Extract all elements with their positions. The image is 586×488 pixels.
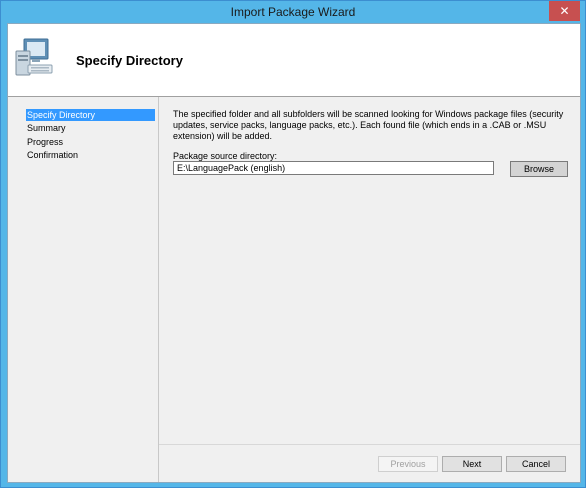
footer-divider xyxy=(159,444,580,445)
wizard-content: Specify Directory Specify Directory Summ… xyxy=(7,23,581,483)
wizard-steps-sidebar: Specify Directory Summary Progress Confi… xyxy=(8,97,159,482)
browse-button[interactable]: Browse xyxy=(510,161,568,177)
step-progress[interactable]: Progress xyxy=(26,136,155,148)
step-summary[interactable]: Summary xyxy=(26,122,155,134)
wizard-window: Import Package Wizard ✕ Specify Director… xyxy=(0,0,586,488)
next-button[interactable]: Next xyxy=(442,456,502,472)
previous-button[interactable]: Previous xyxy=(378,456,438,472)
step-specify-directory[interactable]: Specify Directory xyxy=(26,109,155,121)
main-panel: The specified folder and all subfolders … xyxy=(159,97,580,482)
wizard-header: Specify Directory xyxy=(8,24,580,97)
window-title: Import Package Wizard xyxy=(230,5,356,19)
title-bar[interactable]: Import Package Wizard ✕ xyxy=(1,1,585,23)
source-directory-input[interactable]: E:\LanguagePack (english) xyxy=(173,161,494,175)
page-title: Specify Directory xyxy=(76,53,183,68)
cancel-button[interactable]: Cancel xyxy=(506,456,566,472)
close-icon: ✕ xyxy=(559,4,570,18)
close-button[interactable]: ✕ xyxy=(549,1,580,21)
source-directory-label: Package source directory: xyxy=(173,151,278,161)
step-confirmation[interactable]: Confirmation xyxy=(26,149,155,161)
description-text: The specified folder and all subfolders … xyxy=(173,109,564,141)
computer-icon xyxy=(15,38,53,76)
